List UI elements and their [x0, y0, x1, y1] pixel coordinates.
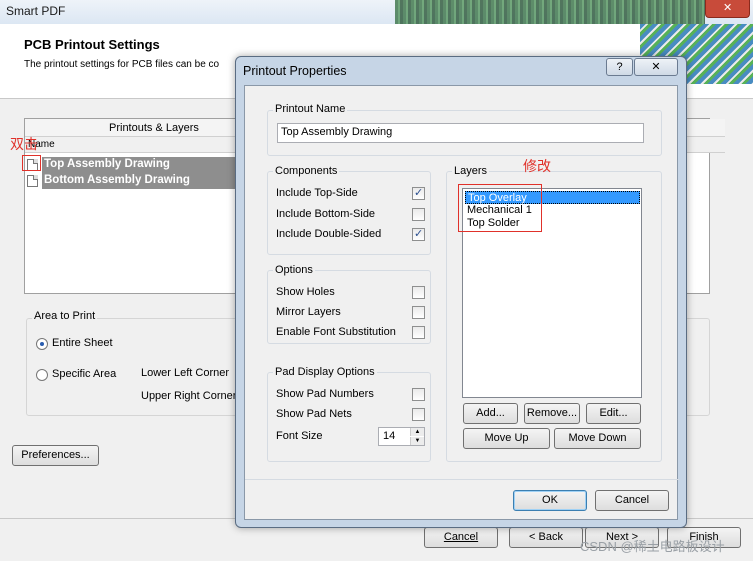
specific-area-radio[interactable]: [36, 369, 48, 381]
watermark: CSDN @稀土电路板设计: [580, 536, 725, 555]
pad-display-options-legend: Pad Display Options: [273, 366, 377, 378]
dialog-cancel-button[interactable]: Cancel: [595, 490, 669, 511]
show-pad-nets-label: Show Pad Nets: [276, 408, 352, 420]
dialog-close-button[interactable]: ✕: [634, 58, 678, 76]
enable-font-substitution-checkbox[interactable]: [412, 326, 425, 339]
remove-layer-button[interactable]: Remove...: [524, 403, 580, 424]
include-double-sided-label: Include Double-Sided: [276, 228, 381, 240]
annotation-modify: 修改: [523, 156, 551, 176]
dialog-footer-divider: [245, 479, 679, 480]
document-icon: [27, 175, 38, 187]
area-to-print-legend: Area to Print: [32, 310, 97, 322]
components-legend: Components: [273, 165, 339, 177]
include-top-side-label: Include Top-Side: [276, 187, 358, 199]
dialog-content: Printout Name Top Assembly Drawing Compo…: [244, 85, 678, 520]
spin-up-icon[interactable]: ▲: [410, 428, 424, 436]
printout-name-legend: Printout Name: [273, 103, 347, 115]
page-subtitle: The printout settings for PCB files can …: [24, 59, 219, 70]
annotation-double-click: 双击: [10, 134, 38, 154]
annotation-highlight-box: [22, 155, 41, 171]
include-top-side-checkbox[interactable]: [412, 187, 425, 200]
show-pad-numbers-checkbox[interactable]: [412, 388, 425, 401]
spin-down-icon[interactable]: ▼: [410, 437, 424, 445]
wizard-close-button[interactable]: [705, 0, 750, 18]
tree-item-printout[interactable]: Bottom Assembly Drawing: [27, 173, 247, 189]
options-legend: Options: [273, 264, 315, 276]
column-header-label: Printouts & Layers: [109, 122, 199, 134]
printout-properties-dialog: Printout Properties ? ✕ Printout Name To…: [235, 56, 687, 528]
font-size-label: Font Size: [276, 430, 322, 442]
ok-button[interactable]: OK: [513, 490, 587, 511]
show-holes-label: Show Holes: [276, 286, 335, 298]
dialog-titlebar[interactable]: Printout Properties ? ✕: [236, 57, 686, 85]
font-size-spinner[interactable]: 14 ▲ ▼: [378, 427, 425, 446]
add-layer-button[interactable]: Add...: [463, 403, 518, 424]
show-pad-nets-checkbox[interactable]: [412, 408, 425, 421]
layers-legend: Layers: [452, 165, 489, 177]
show-pad-numbers-label: Show Pad Numbers: [276, 388, 374, 400]
edit-layer-button[interactable]: Edit...: [586, 403, 641, 424]
include-double-sided-checkbox[interactable]: [412, 228, 425, 241]
show-holes-checkbox[interactable]: [412, 286, 425, 299]
annotation-highlight-box: [458, 184, 542, 232]
tree-item-printout[interactable]: Top Assembly Drawing: [27, 157, 247, 173]
printout-name-input[interactable]: Top Assembly Drawing: [277, 123, 644, 143]
font-size-value[interactable]: 14: [383, 430, 395, 442]
tree-item-label: Bottom Assembly Drawing: [42, 173, 247, 189]
titlebar-banner-image: [395, 0, 705, 24]
lower-left-corner-label: Lower Left Corner: [141, 367, 229, 379]
move-down-button[interactable]: Move Down: [554, 428, 641, 449]
cancel-button-label: Cancel: [444, 531, 478, 543]
wizard-title: Smart PDF: [6, 4, 65, 18]
mirror-layers-label: Mirror Layers: [276, 306, 341, 318]
upper-right-corner-label: Upper Right Corner: [141, 390, 236, 402]
tree-item-label: Top Assembly Drawing: [42, 157, 247, 173]
entire-sheet-label: Entire Sheet: [52, 337, 113, 349]
preferences-button[interactable]: Preferences...: [12, 445, 99, 466]
entire-sheet-radio[interactable]: [36, 338, 48, 350]
mirror-layers-checkbox[interactable]: [412, 306, 425, 319]
include-bottom-side-checkbox[interactable]: [412, 208, 425, 221]
move-up-button[interactable]: Move Up: [463, 428, 550, 449]
back-button[interactable]: < Back: [509, 527, 583, 548]
wizard-titlebar: Smart PDF: [0, 0, 753, 24]
specific-area-label: Specific Area: [52, 368, 116, 380]
include-bottom-side-label: Include Bottom-Side: [276, 208, 375, 220]
enable-font-substitution-label: Enable Font Substitution: [276, 326, 396, 338]
page-title: PCB Printout Settings: [24, 37, 160, 52]
help-button[interactable]: ?: [606, 58, 633, 76]
dialog-title: Printout Properties: [243, 64, 347, 78]
cancel-button[interactable]: Cancel: [424, 527, 498, 548]
